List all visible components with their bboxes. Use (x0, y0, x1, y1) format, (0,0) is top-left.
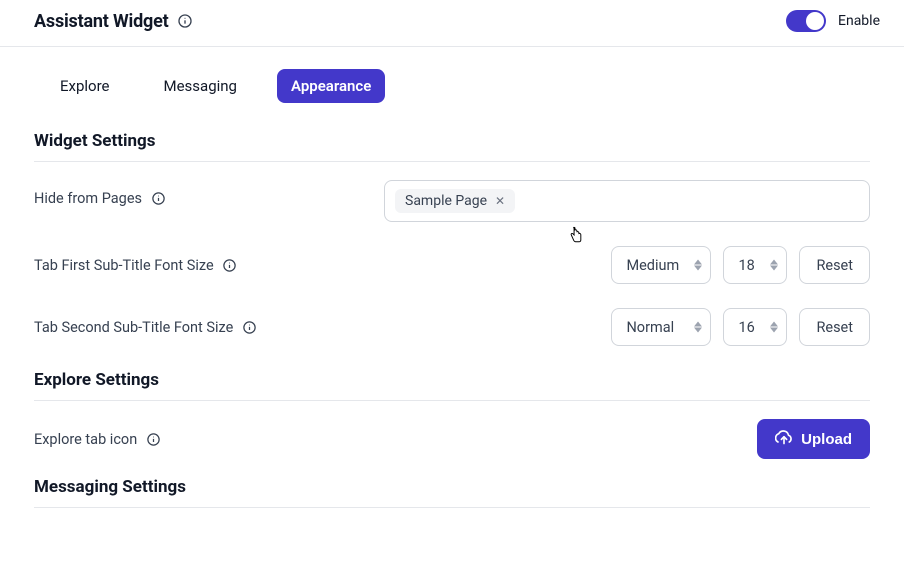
page-header: Assistant Widget Enable (0, 0, 904, 47)
tab-second-label-wrap: Tab Second Sub-Title Font Size (34, 319, 384, 336)
info-icon[interactable] (222, 257, 238, 273)
page-chip: Sample Page ✕ (395, 189, 515, 213)
info-icon[interactable] (150, 191, 166, 207)
toggle-knob (806, 12, 824, 30)
enable-wrap: Enable (786, 10, 880, 32)
number-value: 16 (738, 319, 754, 336)
enable-label: Enable (838, 13, 880, 29)
tab-second-size-number[interactable]: 16 (723, 308, 787, 346)
select-value: Normal (626, 319, 674, 336)
select-value: Medium (626, 257, 679, 274)
tab-second-reset-button[interactable]: Reset (799, 308, 870, 346)
enable-toggle[interactable] (786, 10, 826, 32)
page-body: Explore Messaging Appearance Widget Sett… (0, 47, 904, 508)
tab-explore[interactable]: Explore (46, 69, 124, 103)
chevrons-icon (770, 322, 778, 333)
chevrons-icon (694, 322, 702, 333)
row-tab-second: Tab Second Sub-Title Font Size Normal 16 (34, 308, 870, 346)
upload-label: Upload (801, 431, 852, 448)
tab-second-controls: Normal 16 Reset (611, 308, 870, 346)
upload-icon (775, 430, 793, 448)
row-explore-icon: Explore tab icon Upload (34, 419, 870, 459)
explore-settings-title: Explore Settings (34, 370, 870, 390)
info-icon[interactable] (177, 13, 193, 29)
chevrons-icon (770, 260, 778, 271)
tab-first-label-wrap: Tab First Sub-Title Font Size (34, 257, 384, 274)
tab-messaging[interactable]: Messaging (150, 69, 251, 103)
tab-appearance[interactable]: Appearance (277, 69, 385, 103)
chip-label: Sample Page (405, 193, 487, 209)
messaging-settings-title: Messaging Settings (34, 477, 870, 497)
tab-first-reset-button[interactable]: Reset (799, 246, 870, 284)
widget-settings-title: Widget Settings (34, 131, 870, 151)
explore-icon-label-wrap: Explore tab icon (34, 431, 384, 448)
row-hide-from-pages: Hide from Pages Sample Page ✕ (34, 180, 870, 222)
tabs: Explore Messaging Appearance (46, 69, 870, 103)
tab-first-size-number[interactable]: 18 (723, 246, 787, 284)
explore-icon-label: Explore tab icon (34, 431, 137, 448)
row-tab-first: Tab First Sub-Title Font Size Medium 18 (34, 246, 870, 284)
tab-second-label: Tab Second Sub-Title Font Size (34, 319, 233, 336)
info-icon[interactable] (241, 319, 257, 335)
hide-from-pages-label: Hide from Pages (34, 190, 142, 207)
divider (34, 161, 870, 162)
number-value: 18 (738, 257, 754, 274)
tab-first-size-select[interactable]: Medium (611, 246, 711, 284)
hide-from-pages-field-wrap: Sample Page ✕ (384, 180, 870, 222)
divider (34, 507, 870, 508)
tab-first-label: Tab First Sub-Title Font Size (34, 257, 214, 274)
upload-button[interactable]: Upload (757, 419, 870, 459)
hide-from-pages-input[interactable]: Sample Page ✕ (384, 180, 870, 222)
info-icon[interactable] (145, 431, 161, 447)
page-title: Assistant Widget (34, 11, 169, 32)
chevrons-icon (694, 260, 702, 271)
divider (34, 400, 870, 401)
tab-first-controls: Medium 18 Reset (611, 246, 870, 284)
hide-from-pages-label-wrap: Hide from Pages (34, 180, 384, 207)
chip-remove-icon[interactable]: ✕ (493, 194, 507, 208)
tab-second-size-select[interactable]: Normal (611, 308, 711, 346)
explore-icon-controls: Upload (757, 419, 870, 459)
title-wrap: Assistant Widget (34, 11, 193, 32)
